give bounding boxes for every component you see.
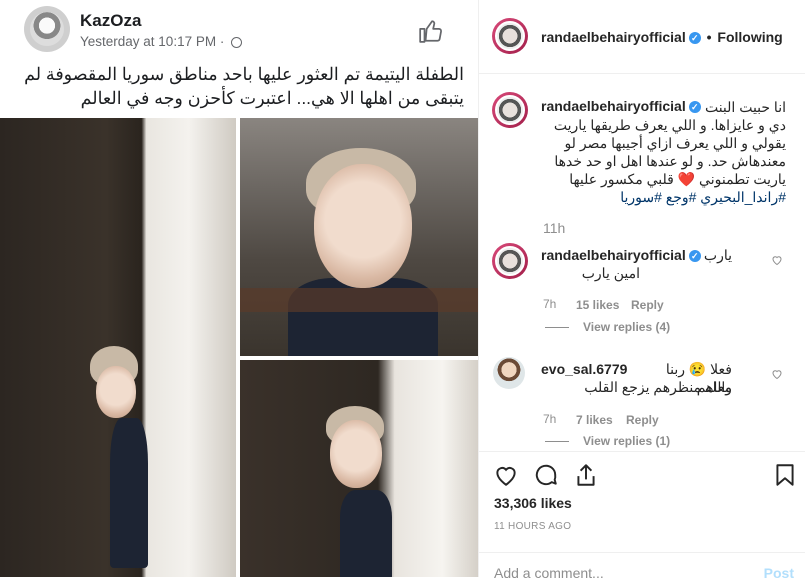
header-dot: • — [706, 29, 712, 45]
comment-username-text: randaelbehairyofficial — [541, 247, 686, 263]
post-comment-button[interactable]: Post — [764, 565, 794, 581]
posted-ago[interactable]: 11 HOURS AGO — [494, 521, 571, 532]
comment-reply-button[interactable]: Reply — [631, 298, 664, 312]
comment-icon[interactable] — [533, 462, 559, 488]
caption-line-5: ياريت تطمنوني ❤️ قلبي مكسور عليها — [569, 171, 786, 187]
instagram-panel: randaelbehairyofficial ✓ • Following rand… — [478, 0, 805, 581]
comment-username[interactable]: evo_sal.6779 — [541, 361, 627, 377]
comment-avatar[interactable] — [492, 243, 528, 279]
separator: · — [219, 34, 225, 49]
facebook-post-text: الطفلة اليتيمة تم العثور عليها باحد مناط… — [24, 64, 464, 108]
facebook-author[interactable]: KazOza — [80, 11, 141, 31]
verified-badge-icon: ✓ — [688, 32, 701, 44]
globe-icon — [231, 37, 243, 48]
comment-text-line2: امين يارب — [581, 265, 640, 281]
caption-hashtags[interactable]: #راندا_البحيري #وجع #سوريا — [516, 188, 786, 206]
caption-age[interactable]: 11h — [543, 220, 565, 236]
caption-username-text: randaelbehairyofficial — [541, 98, 686, 114]
view-replies-button[interactable]: View replies (1) — [545, 434, 670, 448]
thumbs-up-icon[interactable] — [418, 18, 444, 44]
add-comment-bar: Add a comment... Post — [479, 552, 805, 581]
likes-count[interactable]: 33,306 likes — [494, 495, 572, 511]
comment-likes[interactable]: 15 likes — [576, 298, 619, 312]
comment-age[interactable]: 7h — [543, 297, 556, 311]
instagram-avatar[interactable] — [492, 18, 528, 54]
facebook-avatar[interactable] — [24, 6, 70, 52]
caption-line-3: يقولي و اللي يعرف ازاي أجيبها مصر لو — [564, 135, 786, 151]
comment-age[interactable]: 7h — [543, 412, 556, 426]
bookmark-icon[interactable] — [772, 462, 798, 488]
comment-avatar[interactable] — [493, 357, 525, 389]
heart-icon[interactable] — [493, 462, 519, 488]
following-button[interactable]: Following — [717, 29, 782, 45]
comment-username[interactable]: randaelbehairyofficial ✓ — [541, 247, 701, 263]
comment-text-line2: والله منظرهم يزجع القلب — [584, 379, 732, 395]
share-icon[interactable] — [573, 462, 599, 488]
caption-line-4: معندهاش حد. و لو عندها اهل او حد خدها — [554, 153, 786, 169]
facebook-post: KazOza Yesterday at 10:17 PM · الطفلة ال… — [0, 0, 478, 577]
comment-like-icon[interactable] — [771, 254, 783, 266]
comment-like-icon[interactable] — [771, 368, 783, 380]
caption-line-1: انا حبيت البنت — [704, 99, 786, 115]
photo-child-doorway-small[interactable] — [240, 360, 478, 577]
comment-likes[interactable]: 7 likes — [576, 413, 613, 427]
header-username-text: randaelbehairyofficial — [541, 29, 686, 45]
header-username[interactable]: randaelbehairyofficial ✓ • Following — [541, 29, 783, 45]
photo-child-closeup[interactable] — [240, 118, 478, 356]
facebook-timestamp[interactable]: Yesterday at 10:17 PM · — [80, 34, 243, 49]
view-replies-button[interactable]: View replies (4) — [545, 320, 670, 334]
instagram-header: randaelbehairyofficial ✓ • Following — [479, 0, 805, 74]
photo-child-doorway-large[interactable] — [0, 118, 236, 577]
comment-reply-button[interactable]: Reply — [626, 413, 659, 427]
facebook-time-text: Yesterday at 10:17 PM — [80, 34, 217, 49]
post-actions: 33,306 likes 11 HOURS AGO Add a comment.… — [479, 451, 805, 581]
caption-line-2: دي و عايزاها. و اللي يعرف طريقها ياريت — [553, 117, 786, 133]
caption-username[interactable]: randaelbehairyofficial ✓ — [541, 98, 701, 114]
comment-text-line1: يارب — [703, 247, 732, 263]
add-comment-input[interactable]: Add a comment... — [494, 565, 604, 581]
